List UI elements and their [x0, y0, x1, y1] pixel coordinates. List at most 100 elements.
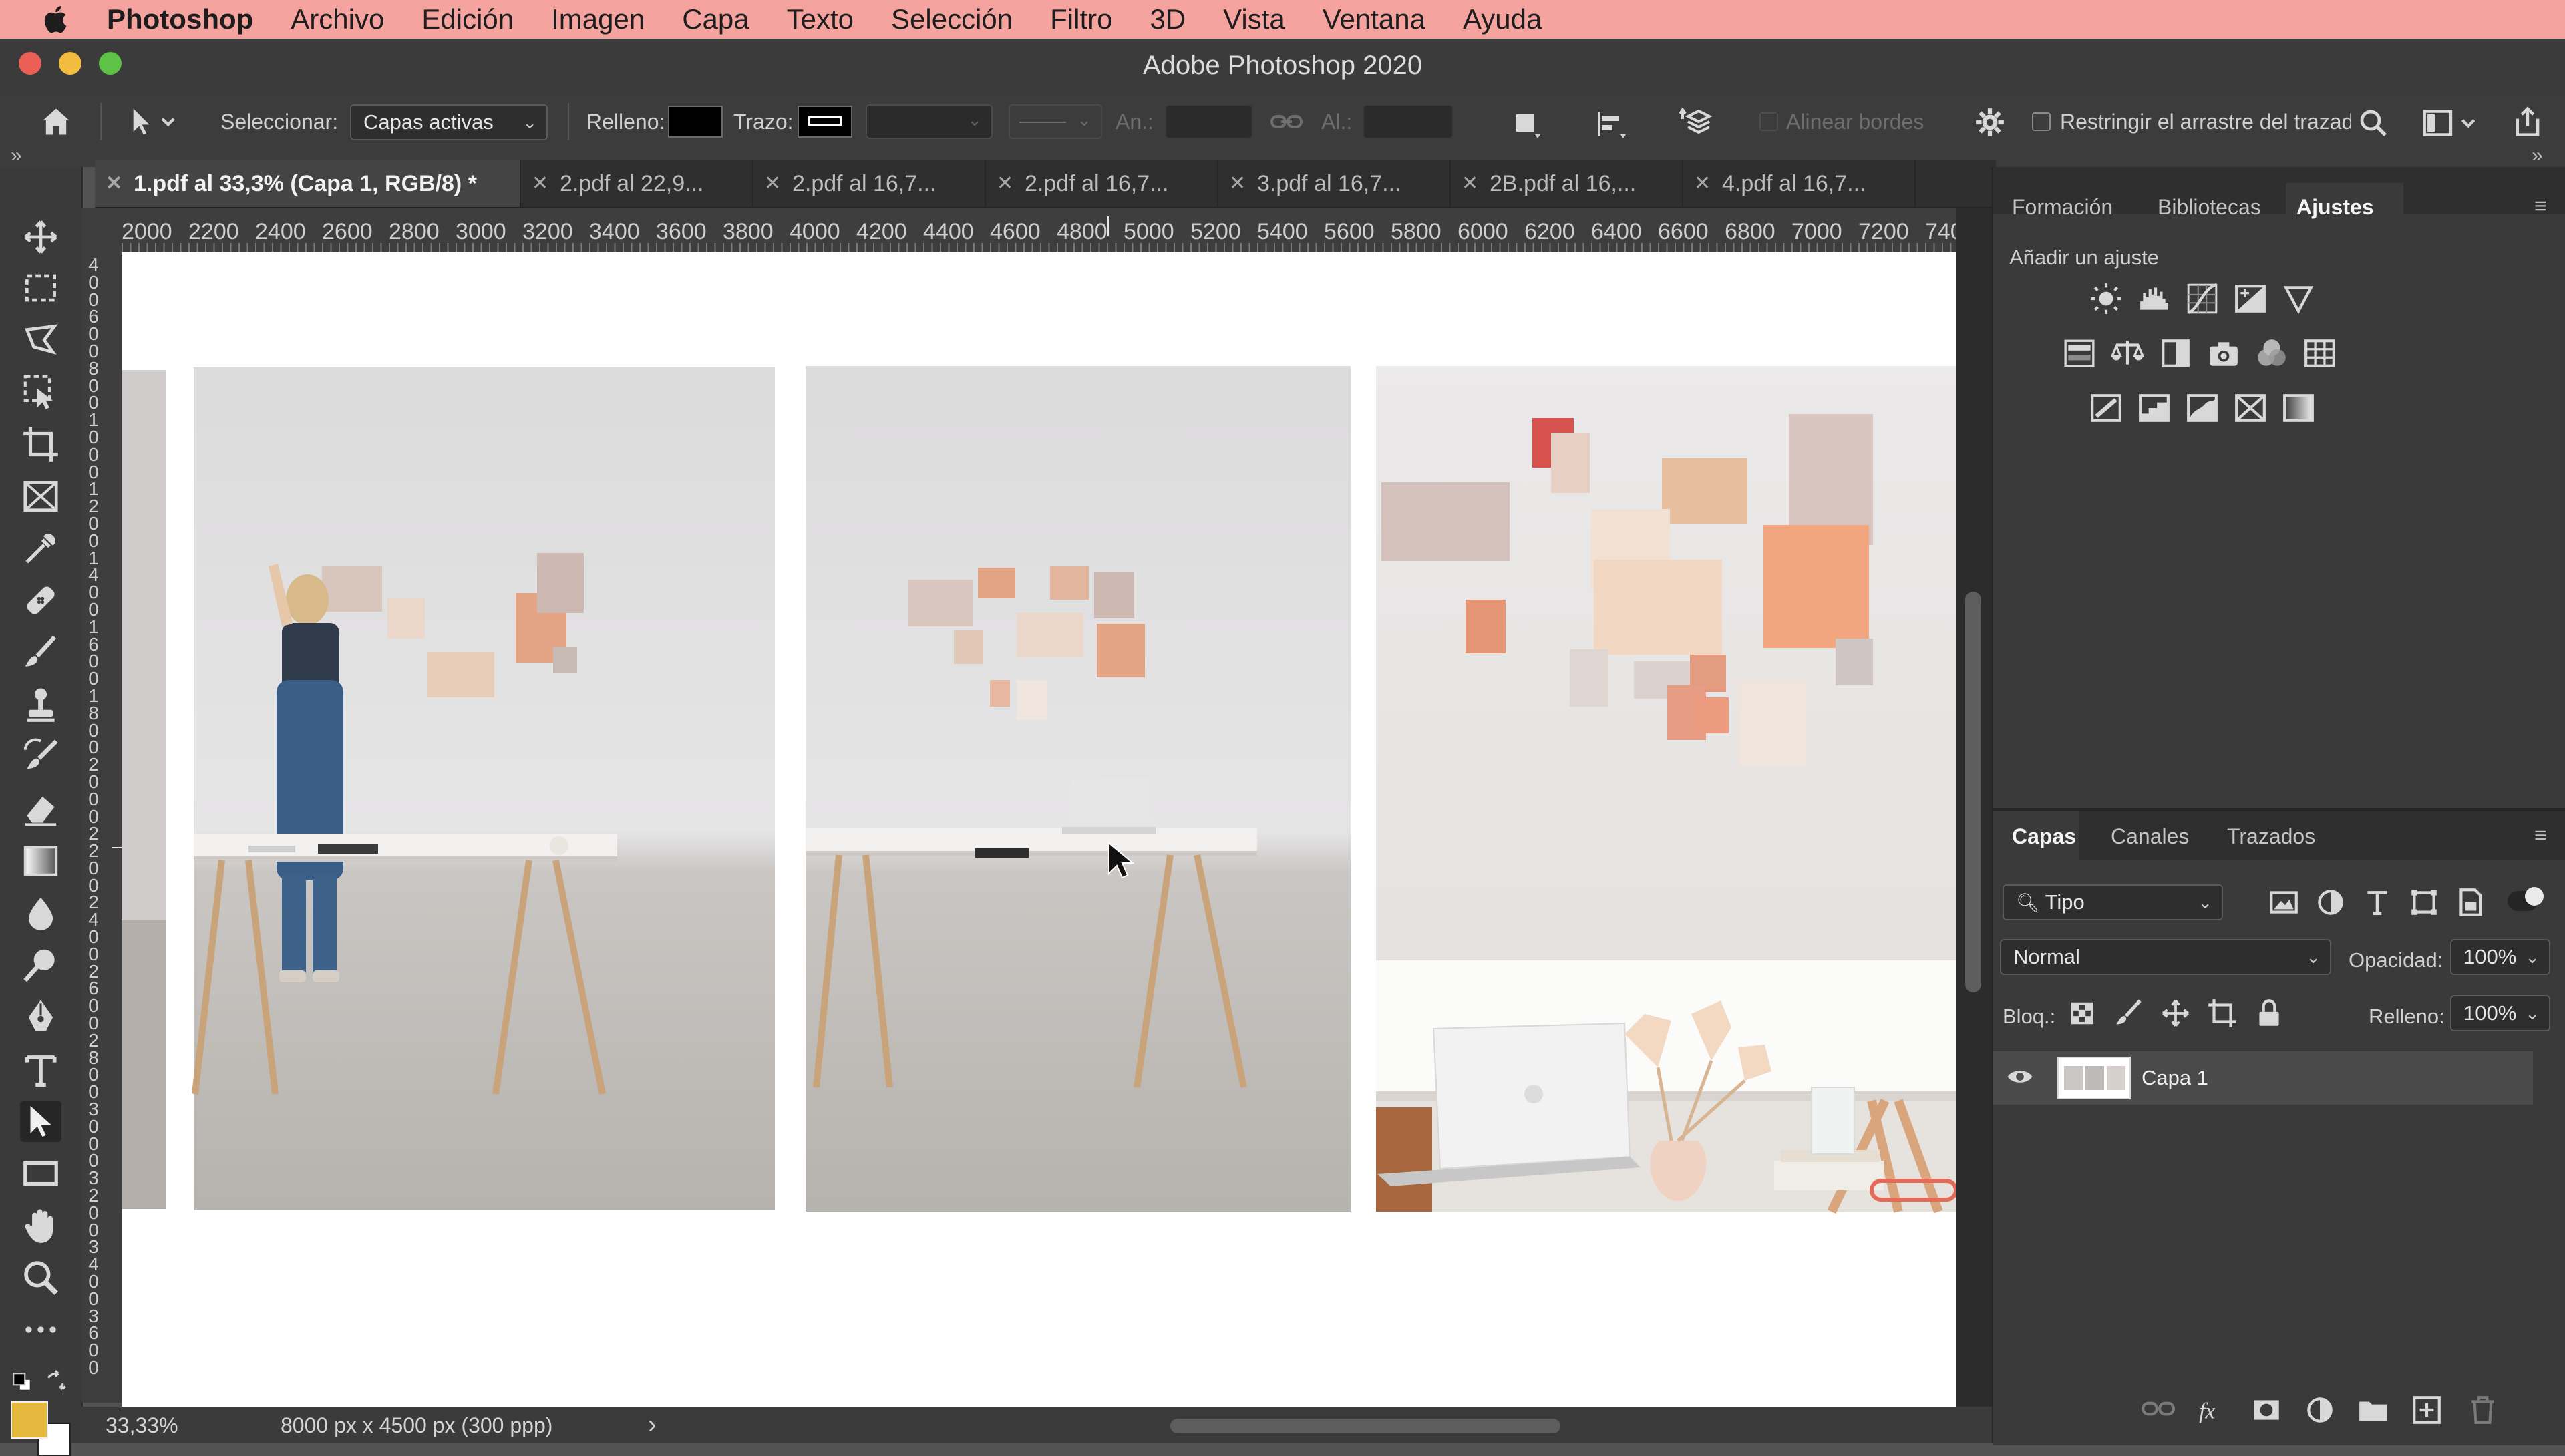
- close-tab-icon[interactable]: ✕: [997, 160, 1013, 207]
- document-tab[interactable]: ✕ 3.pdf al 16,7...: [1218, 160, 1451, 207]
- blend-mode-dropdown[interactable]: Normal ⌄: [2000, 939, 2331, 975]
- photo-filter-button[interactable]: [2207, 337, 2240, 370]
- width-field[interactable]: [1165, 104, 1253, 139]
- menu-texto[interactable]: Texto: [787, 3, 854, 35]
- path-options-button[interactable]: [1973, 106, 2007, 139]
- close-tab-icon[interactable]: ✕: [1694, 160, 1711, 207]
- lock-transparent-pixels-button[interactable]: [2065, 996, 2099, 1030]
- path-operations-button[interactable]: [1508, 107, 1546, 140]
- apple-icon[interactable]: [40, 3, 73, 36]
- constrain-path-checkbox[interactable]: [2032, 112, 2051, 131]
- filter-pixel-layers-button[interactable]: [2267, 886, 2300, 919]
- layer-row[interactable]: Capa 1: [1993, 1051, 2533, 1105]
- stroke-width-field[interactable]: ⌄: [866, 104, 993, 139]
- layer-name[interactable]: Capa 1: [2142, 1066, 2208, 1090]
- home-button[interactable]: [37, 104, 75, 139]
- levels-button[interactable]: [2138, 282, 2171, 315]
- stroke-swatch[interactable]: [798, 106, 852, 138]
- stroke-type-dropdown[interactable]: ⌄: [1009, 104, 1102, 139]
- tab-bibliotecas[interactable]: Bibliotecas: [2158, 195, 2261, 220]
- brightness-contrast-button[interactable]: [2089, 282, 2123, 315]
- close-window-button[interactable]: [19, 52, 41, 75]
- hand-tool[interactable]: [20, 1205, 61, 1246]
- vibrance-button[interactable]: [2282, 282, 2315, 315]
- document-tab[interactable]: ✕ 2.pdf al 22,9...: [521, 160, 753, 207]
- link-layers-button[interactable]: [2142, 1397, 2175, 1431]
- scrollbar-thumb[interactable]: [1965, 592, 1981, 992]
- menu-filtro[interactable]: Filtro: [1050, 3, 1112, 35]
- link-dimensions-button[interactable]: [1270, 110, 1303, 135]
- filter-type-layers-button[interactable]: [2361, 886, 2394, 919]
- marquee-tool[interactable]: [20, 267, 61, 309]
- object-selection-tool[interactable]: [20, 371, 61, 413]
- opacity-field[interactable]: 100% ⌄: [2450, 939, 2550, 975]
- menu-vista[interactable]: Vista: [1223, 3, 1285, 35]
- color-balance-button[interactable]: [2111, 337, 2144, 370]
- menu-ventana[interactable]: Ventana: [1323, 3, 1425, 35]
- zoom-level[interactable]: 33,33%: [106, 1413, 178, 1438]
- color-lookup-button[interactable]: [2303, 337, 2337, 370]
- edit-toolbar-button[interactable]: [20, 1309, 61, 1350]
- new-adjustment-layer-button[interactable]: [2303, 1393, 2337, 1427]
- eyedropper-tool[interactable]: [20, 528, 61, 569]
- document-tab[interactable]: ✕ 2.pdf al 16,7...: [753, 160, 986, 207]
- type-tool[interactable]: [20, 1049, 61, 1090]
- history-brush-tool[interactable]: [20, 736, 61, 777]
- layer-style-button[interactable]: fx: [2196, 1393, 2230, 1427]
- close-tab-icon[interactable]: ✕: [532, 160, 548, 207]
- expand-toolbar-icon[interactable]: »: [11, 144, 22, 167]
- blur-tool[interactable]: [20, 892, 61, 934]
- document-tab[interactable]: ✕ 2B.pdf al 16,...: [1451, 160, 1683, 207]
- threshold-button[interactable]: [2186, 391, 2219, 425]
- tab-trazados[interactable]: Trazados: [2227, 824, 2315, 849]
- menu-imagen[interactable]: Imagen: [551, 3, 645, 35]
- tab-canales[interactable]: Canales: [2111, 824, 2189, 849]
- height-field[interactable]: [1363, 104, 1454, 139]
- gradient-tool[interactable]: [20, 840, 61, 882]
- collapse-panels-icon[interactable]: »: [2532, 144, 2543, 167]
- lock-image-pixels-button[interactable]: [2112, 996, 2146, 1030]
- layer-visibility-toggle[interactable]: [2007, 1067, 2033, 1089]
- tab-ajustes[interactable]: Ajustes: [2286, 183, 2403, 231]
- new-group-button[interactable]: [2357, 1393, 2390, 1427]
- selective-color-button[interactable]: [2234, 391, 2267, 425]
- new-layer-button[interactable]: [2410, 1393, 2443, 1427]
- close-tab-icon[interactable]: ✕: [764, 160, 781, 207]
- layer-filter-dropdown[interactable]: 🔍︎ Tipo ⌄: [2003, 884, 2223, 920]
- menu-ayuda[interactable]: Ayuda: [1463, 3, 1542, 35]
- horizontal-scrollbar-thumb[interactable]: [1170, 1419, 1560, 1433]
- exposure-button[interactable]: [2234, 282, 2267, 315]
- lock-all-button[interactable]: [2252, 996, 2286, 1030]
- swap-colors-button[interactable]: [44, 1369, 67, 1392]
- posterize-button[interactable]: [2138, 391, 2171, 425]
- frame-tool[interactable]: [20, 476, 61, 517]
- gradient-map-button[interactable]: [2282, 391, 2315, 425]
- panel-menu-icon[interactable]: ≡: [2534, 823, 2547, 848]
- menu-seleccion[interactable]: Selección: [891, 3, 1013, 35]
- vertical-scrollbar[interactable]: [1956, 208, 1992, 1407]
- status-menu-arrow[interactable]: ›: [648, 1411, 657, 1439]
- foreground-color-swatch[interactable]: [11, 1401, 48, 1439]
- hue-saturation-button[interactable]: [2063, 337, 2096, 370]
- menu-app-name[interactable]: Photoshop: [107, 3, 253, 35]
- menu-capa[interactable]: Capa: [682, 3, 749, 35]
- default-colors-button[interactable]: [11, 1371, 33, 1393]
- filter-smart-objects-button[interactable]: [2454, 886, 2488, 919]
- menu-archivo[interactable]: Archivo: [291, 3, 384, 35]
- close-tab-icon[interactable]: ✕: [106, 160, 122, 207]
- tab-formacion[interactable]: Formación: [2012, 195, 2113, 220]
- path-arrangement-button[interactable]: [1677, 106, 1718, 140]
- menu-edicion[interactable]: Edición: [421, 3, 514, 35]
- close-tab-icon[interactable]: ✕: [1462, 160, 1478, 207]
- minimize-window-button[interactable]: [59, 52, 81, 75]
- add-mask-button[interactable]: [2250, 1393, 2283, 1427]
- fill-swatch[interactable]: [668, 106, 723, 138]
- brush-tool[interactable]: [20, 632, 61, 673]
- menu-3d[interactable]: 3D: [1150, 3, 1186, 35]
- select-dropdown[interactable]: Capas activas ⌄: [350, 104, 548, 140]
- workspace-switcher[interactable]: [2421, 107, 2481, 139]
- healing-brush-tool[interactable]: [20, 580, 61, 621]
- filter-toggle-switch[interactable]: [2508, 887, 2544, 911]
- tool-preset-picker[interactable]: [124, 104, 184, 139]
- dodge-tool[interactable]: [20, 944, 61, 986]
